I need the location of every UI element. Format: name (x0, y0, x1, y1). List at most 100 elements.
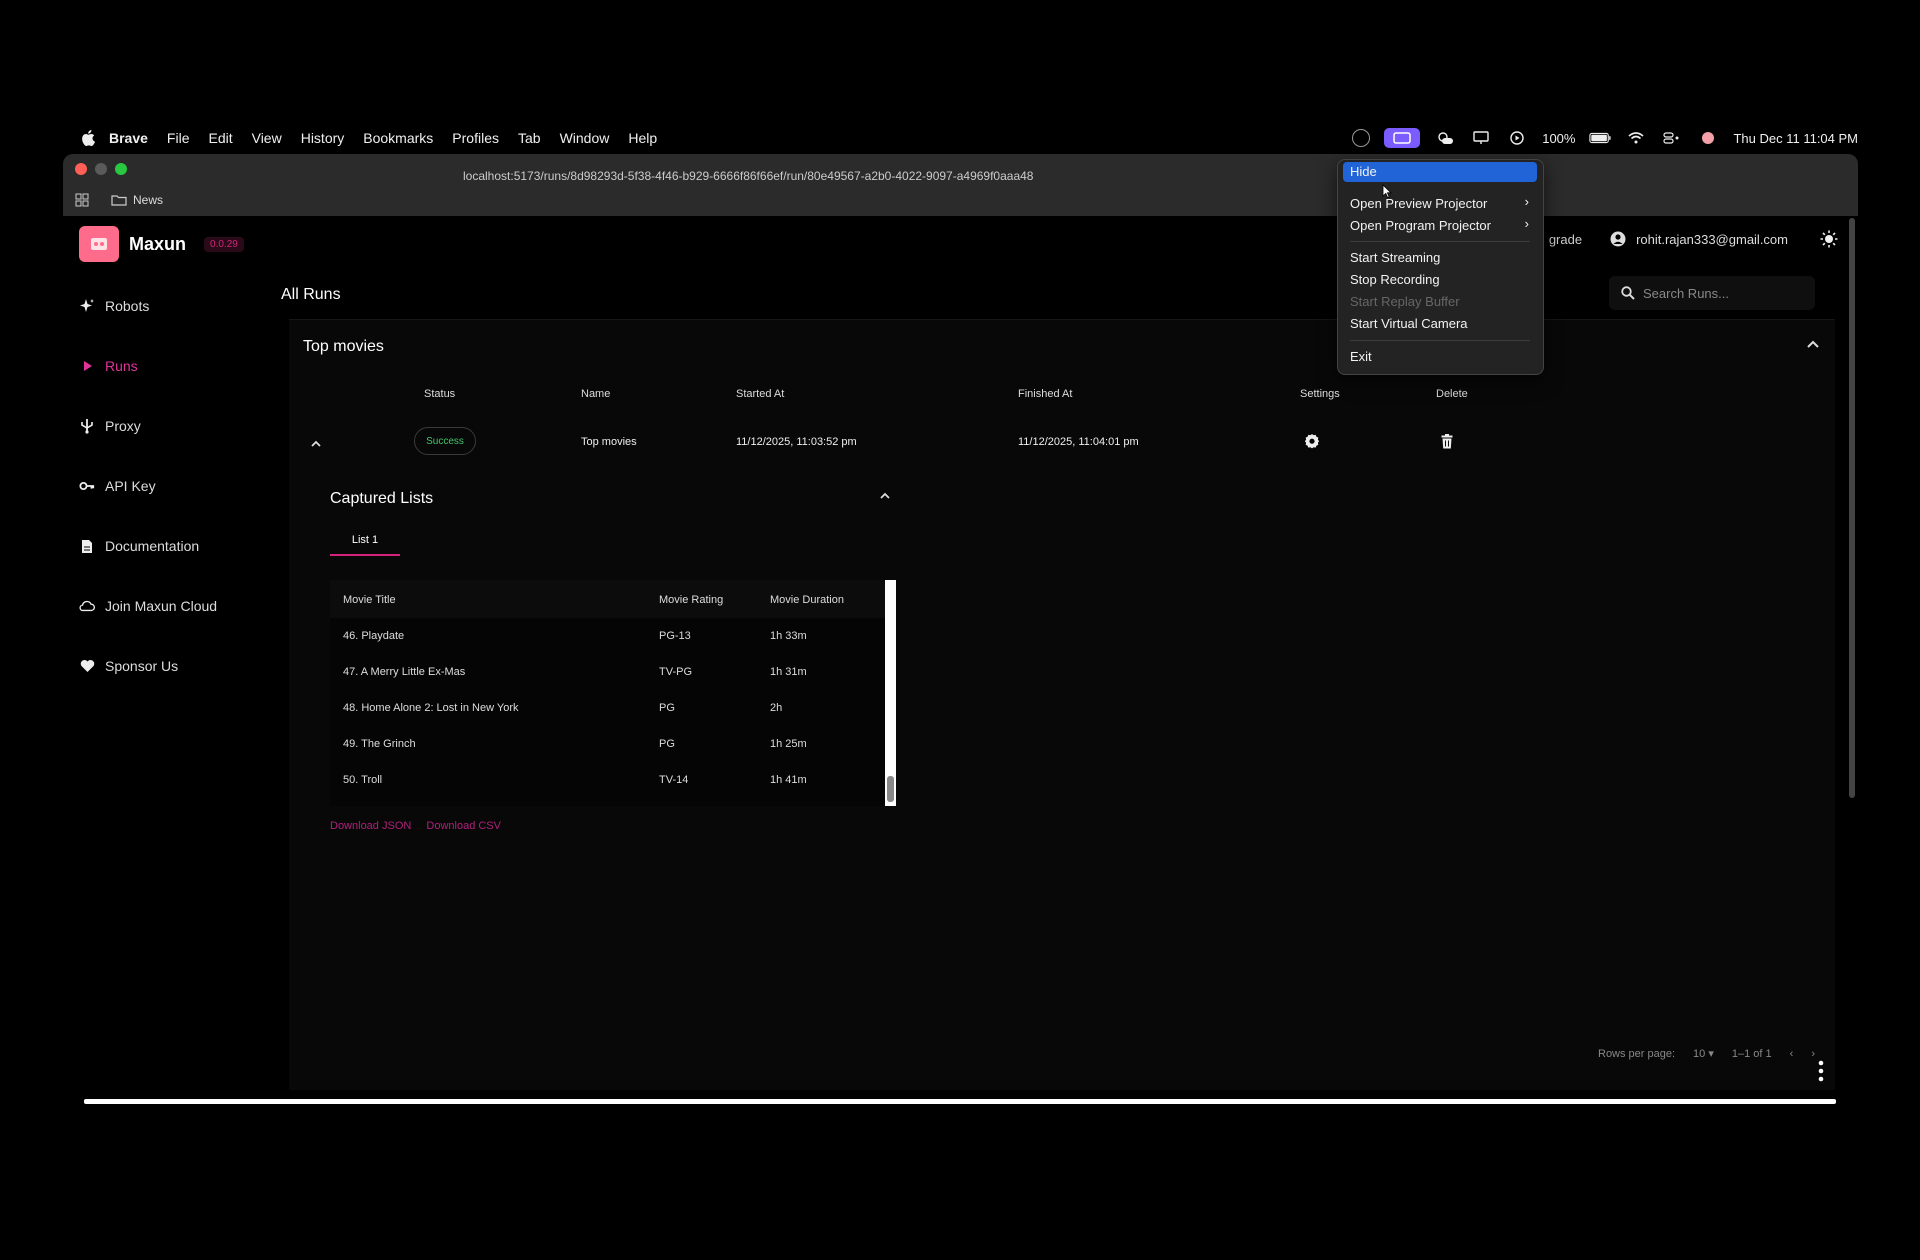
play-icon (79, 358, 95, 374)
menu-item-stop-recording[interactable]: Stop Recording (1350, 270, 1440, 290)
rows-per-page-select[interactable]: 10 ▾ (1693, 1047, 1714, 1060)
search-placeholder: Search Runs... (1643, 285, 1729, 301)
menu-brave[interactable]: Brave (109, 130, 148, 146)
download-csv-link[interactable]: Download CSV (426, 820, 501, 832)
runs-table-header: Status Name Started At Finished At Setti… (289, 374, 1835, 416)
movie-rating: PG (659, 738, 675, 750)
battery-percent: 100% (1542, 130, 1576, 146)
theme-toggle-icon[interactable] (1820, 230, 1838, 248)
menubar-clock[interactable]: Thu Dec 11 11:04 PM (1733, 131, 1858, 146)
weather-icon[interactable] (1434, 130, 1456, 146)
prev-page-icon[interactable]: ‹ (1790, 1048, 1794, 1060)
expand-chevron-icon[interactable] (311, 440, 321, 447)
account-area: grade rohit.rajan333@gmail.com (1549, 230, 1838, 248)
gear-icon[interactable] (1303, 433, 1321, 451)
movie-duration: 1h 41m (770, 774, 807, 786)
menu-item-start-virtual-camera[interactable]: Start Virtual Camera (1350, 314, 1468, 334)
upgrade-button[interactable]: grade (1549, 232, 1582, 247)
menu-item-open-program-projector[interactable]: Open Program Projector (1350, 216, 1491, 236)
key-icon (79, 478, 95, 494)
control-center-icon[interactable] (1661, 130, 1683, 146)
bookmark-folder-news[interactable]: News (111, 193, 163, 207)
tab-list-1[interactable]: List 1 (330, 534, 400, 556)
sidebar-item-proxy[interactable]: Proxy (77, 396, 257, 456)
menu-history[interactable]: History (301, 130, 345, 146)
address-bar[interactable]: localhost:5173/runs/8d98293d-5f38-4f46-b… (463, 169, 1263, 183)
column-settings: Settings (1300, 388, 1340, 400)
play-circle-icon[interactable] (1506, 130, 1528, 146)
video-progress-bar[interactable] (84, 1099, 1836, 1104)
sidebar-item-label: Robots (105, 298, 150, 314)
search-icon (1621, 286, 1635, 300)
sidebar-item-api-key[interactable]: API Key (77, 456, 257, 516)
brand[interactable]: Maxun 0.0.29 (79, 226, 244, 262)
menu-profiles[interactable]: Profiles (452, 130, 499, 146)
run-finished-at: 11/12/2025, 11:04:01 pm (1018, 436, 1139, 448)
more-options-icon[interactable] (1818, 1060, 1824, 1082)
menu-item-exit[interactable]: Exit (1350, 347, 1372, 367)
menu-bookmarks[interactable]: Bookmarks (363, 130, 433, 146)
recording-indicator-icon[interactable] (1697, 130, 1719, 146)
page-scrollbar[interactable] (1848, 218, 1856, 918)
column-movie-duration: Movie Duration (770, 594, 844, 606)
sidebar-item-documentation[interactable]: Documentation (77, 516, 257, 576)
sidebar-item-label: Documentation (105, 538, 200, 554)
heart-icon (79, 658, 95, 674)
column-delete: Delete (1436, 388, 1468, 400)
trash-icon[interactable] (1441, 434, 1453, 449)
download-json-link[interactable]: Download JSON (330, 820, 411, 832)
list-item: 46. Playdate PG-13 1h 33m (330, 618, 885, 654)
list-scrollbar[interactable] (885, 580, 896, 806)
obs-tray-icon[interactable] (1352, 129, 1371, 147)
column-movie-rating: Movie Rating (659, 594, 724, 606)
minimize-window-button[interactable] (95, 163, 107, 175)
sidebar-item-sponsor[interactable]: Sponsor Us (77, 636, 257, 696)
folder-icon (111, 195, 127, 206)
list-item: 49. The Grinch PG 1h 25m (330, 726, 885, 762)
menu-item-hide[interactable]: Hide (1350, 162, 1377, 182)
battery-icon[interactable] (1589, 130, 1612, 146)
sidebar-item-join-cloud[interactable]: Join Maxun Cloud (77, 576, 257, 636)
search-runs-input[interactable]: Search Runs... (1609, 276, 1815, 310)
column-started-at[interactable]: Started At (736, 388, 784, 400)
movie-title: 49. The Grinch (343, 738, 416, 750)
page-scrollbar-thumb[interactable] (1849, 218, 1855, 798)
apple-icon[interactable] (81, 130, 95, 146)
page-title: All Runs (281, 286, 341, 303)
column-finished-at[interactable]: Finished At (1018, 388, 1072, 400)
maxun-logo (79, 226, 119, 262)
column-movie-title: Movie Title (343, 594, 396, 606)
document-icon (79, 538, 95, 554)
sidebar-item-robots[interactable]: Robots (77, 276, 257, 336)
menu-item-open-preview-projector[interactable]: Open Preview Projector (1350, 194, 1487, 214)
collapse-chevron-icon[interactable] (880, 492, 890, 499)
collapse-chevron-icon[interactable] (1807, 340, 1819, 348)
menu-help[interactable]: Help (628, 130, 657, 146)
account-icon (1610, 231, 1626, 247)
user-email[interactable]: rohit.rajan333@gmail.com (1636, 232, 1788, 247)
apps-grid-icon[interactable] (75, 193, 89, 207)
menu-edit[interactable]: Edit (208, 130, 232, 146)
display-icon[interactable] (1470, 130, 1492, 146)
download-links: Download JSON Download CSV (330, 820, 513, 832)
sidebar-item-label: Sponsor Us (105, 658, 179, 674)
next-page-icon[interactable]: › (1811, 1048, 1815, 1060)
zoom-window-button[interactable] (115, 163, 127, 175)
menu-tab[interactable]: Tab (518, 130, 541, 146)
menu-window[interactable]: Window (560, 130, 610, 146)
list-scrollbar-thumb[interactable] (887, 776, 894, 802)
column-status[interactable]: Status (424, 388, 455, 400)
sidebar-item-runs[interactable]: Runs (77, 336, 257, 396)
movie-duration: 1h 25m (770, 738, 807, 750)
list-item: 50. Troll TV-14 1h 41m (330, 762, 885, 798)
maxun-app: Maxun 0.0.29 grade rohit.rajan333@gmail.… (63, 216, 1858, 1091)
wifi-icon[interactable] (1625, 130, 1647, 146)
table-row[interactable]: Success Top movies 11/12/2025, 11:03:52 … (289, 416, 1835, 472)
close-window-button[interactable] (75, 163, 87, 175)
browser-window: localhost:5173/runs/8d98293d-5f38-4f46-b… (63, 154, 1858, 1091)
column-name[interactable]: Name (581, 388, 610, 400)
menu-view[interactable]: View (252, 130, 282, 146)
menu-item-start-streaming[interactable]: Start Streaming (1350, 248, 1440, 268)
menu-file[interactable]: File (167, 130, 190, 146)
screen-share-icon[interactable] (1384, 128, 1421, 148)
